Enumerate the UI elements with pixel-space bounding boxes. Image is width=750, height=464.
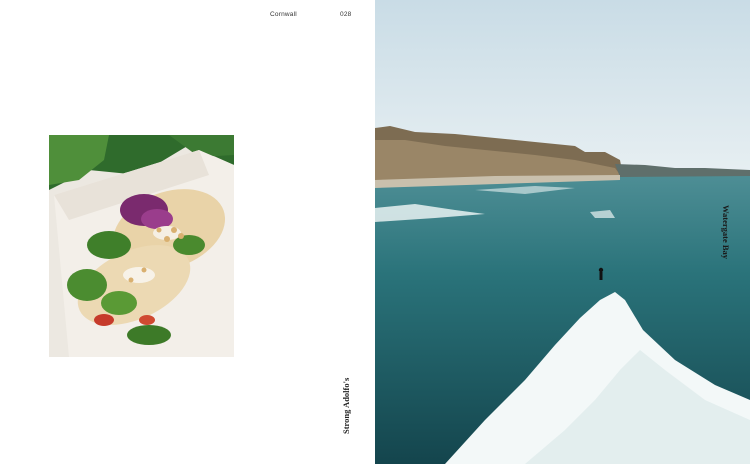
running-title: Cornwall: [270, 11, 297, 18]
food-photo-illustration: [49, 135, 234, 357]
right-caption: Watergate Bay: [720, 205, 734, 261]
left-caption-text: Strong Adolfo's: [341, 377, 351, 434]
right-page: [375, 0, 750, 464]
food-photo: [49, 135, 234, 357]
magazine-spread: Cornwall 028 Strong Adolfo's Watergate B…: [0, 0, 750, 464]
left-caption: Strong Adolfo's: [338, 376, 352, 436]
page-number: 028: [340, 11, 352, 18]
surf-beach-photo: [375, 0, 750, 464]
right-caption-text: Watergate Bay: [721, 205, 731, 260]
left-page: Cornwall 028 Strong Adolfo's: [0, 0, 375, 464]
